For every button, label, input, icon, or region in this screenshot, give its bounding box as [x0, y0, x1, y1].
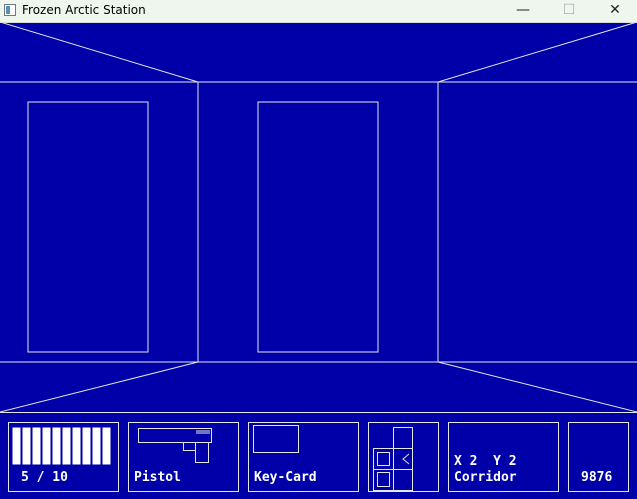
- player-direction-icon: [402, 453, 410, 465]
- window-title: Frozen Arctic Station: [22, 3, 146, 17]
- weapon-label: Pistol: [134, 470, 181, 485]
- minimap-marker: [377, 452, 390, 466]
- ceiling-right-edge: [437, 22, 637, 83]
- minimap-room-left: [373, 448, 394, 470]
- ammo-panel: 5 / 10: [8, 422, 119, 492]
- ammo-round: [42, 427, 51, 465]
- maximize-button[interactable]: ☐: [546, 0, 592, 22]
- close-button[interactable]: ✕: [592, 0, 637, 22]
- location-name: Corridor: [454, 470, 517, 485]
- minimap: [373, 427, 413, 491]
- ceiling-left-edge: [0, 22, 199, 83]
- weapon-panel[interactable]: Pistol: [128, 422, 239, 492]
- item-panel[interactable]: Key-Card: [248, 422, 359, 492]
- minimap-room-top: [393, 427, 413, 449]
- ammo-round: [52, 427, 61, 465]
- title-bar: Frozen Arctic Station — ☐ ✕: [0, 0, 637, 23]
- key-card-icon: [253, 425, 299, 453]
- ammo-round: [22, 427, 31, 465]
- ammo-round: [62, 427, 71, 465]
- position-panel: X 2 Y 2 Corridor: [448, 422, 559, 492]
- pistol-icon: [138, 428, 212, 463]
- hud-divider: [0, 412, 637, 413]
- ammo-round: [102, 427, 111, 465]
- ammo-round: [92, 427, 101, 465]
- floor-right-edge: [437, 361, 637, 412]
- ammo-round: [32, 427, 41, 465]
- left-door[interactable]: [27, 101, 149, 353]
- game-viewport[interactable]: [0, 22, 637, 412]
- minimize-button[interactable]: —: [500, 0, 546, 22]
- ammo-round: [72, 427, 81, 465]
- minimap-room-bottom: [393, 469, 413, 491]
- minimap-marker: [377, 472, 390, 487]
- item-label: Key-Card: [254, 470, 317, 485]
- front-door[interactable]: [257, 101, 379, 353]
- ammo-round: [12, 427, 21, 465]
- score-value: 9876: [581, 470, 613, 485]
- score-panel: 9876: [568, 422, 629, 492]
- floor-left-edge: [0, 361, 199, 412]
- ammo-round: [82, 427, 91, 465]
- position-coords: X 2 Y 2: [454, 454, 517, 469]
- minimap-panel[interactable]: [368, 422, 439, 492]
- ammo-count: 5 / 10: [21, 470, 68, 485]
- ammo-bars: [12, 427, 111, 465]
- app-icon: [4, 4, 16, 16]
